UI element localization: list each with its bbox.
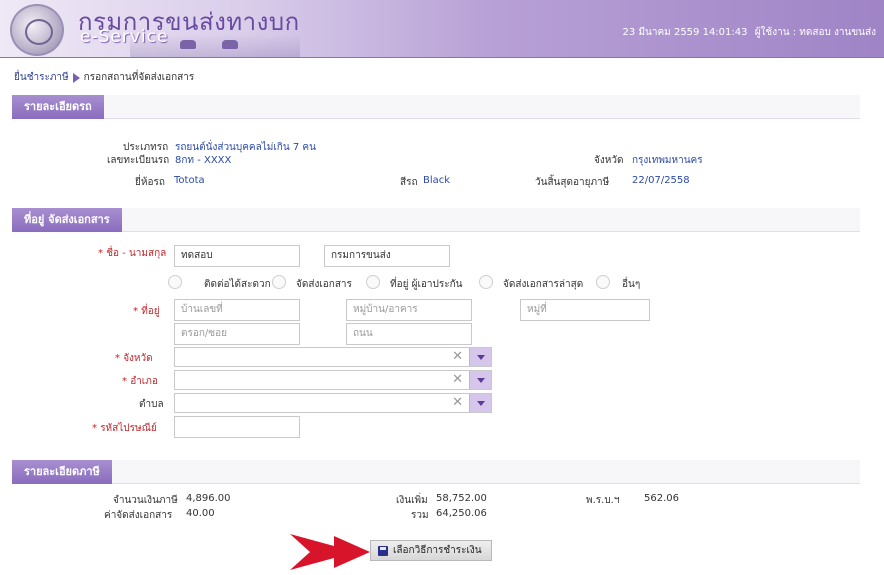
header-datetime: 23 มีนาคม 2559 14:01:43 <box>622 27 748 38</box>
total-label: รวม <box>411 510 429 521</box>
tax-amount-value: 4,896.00 <box>186 493 231 504</box>
name-label: * ชื่อ - นามสกุล <box>98 246 166 261</box>
tax-amount-label: จำนวนเงินภาษี <box>113 495 178 506</box>
soi-input[interactable]: ตรอก/ซอย <box>174 323 300 345</box>
header-info: 23 มีนาคม 2559 14:01:43 ผู้ใช้งาน : ทดสอ… <box>619 25 876 40</box>
tax-expire-label: วันสิ้นสุดอายุภาษี <box>535 177 610 188</box>
car-details-section-header: รายละเอียดรถ <box>12 95 860 119</box>
delivery-fee-label: ค่าจัดส่งเอกสาร <box>104 510 173 521</box>
plate-label: เลขทะเบียนรถ <box>107 155 170 166</box>
car-details-title: รายละเอียดรถ <box>12 95 104 119</box>
province-label-text: จังหวัด <box>123 353 153 364</box>
total-value: 64,250.06 <box>436 508 487 519</box>
surcharge-value: 58,752.00 <box>436 493 487 504</box>
car-brand-value: Totota <box>174 175 205 186</box>
red-arrow-icon <box>290 534 370 570</box>
name-label-text: ชื่อ - นามสกุล <box>106 248 167 259</box>
tax-expire-value: 22/07/2558 <box>632 175 690 186</box>
last-name-input[interactable]: กรมการขนส่ง <box>324 245 450 267</box>
car-brand-label: ยี่ห้อรถ <box>135 177 165 188</box>
select-payment-method-label: เลือกวิธีการชำระเงิน <box>393 545 482 556</box>
header-banner: กรมการขนส่งทางบก e-Service 23 มีนาคม 255… <box>0 0 884 58</box>
radio-contact-convenient[interactable] <box>168 275 182 289</box>
brand-title-english: e-Service <box>80 27 169 47</box>
radio-other[interactable] <box>596 275 610 289</box>
radio-insured-address[interactable] <box>366 275 380 289</box>
floppy-disk-icon <box>378 545 388 556</box>
header-user: ผู้ใช้งาน : ทดสอบ งานขนส่ง <box>754 27 876 38</box>
moo-input[interactable]: หมู่ที่ <box>520 299 650 321</box>
road-input[interactable]: ถนน <box>346 323 472 345</box>
tax-section-header: รายละเอียดภาษี <box>12 460 860 484</box>
required-asterisk: * <box>133 306 142 317</box>
required-asterisk: * <box>115 353 124 364</box>
chevron-down-icon[interactable] <box>469 371 491 389</box>
car-icon <box>180 40 196 49</box>
radio-delivery-label: จัดส่งเอกสาร <box>296 279 352 290</box>
radio-latest-delivery[interactable] <box>479 275 493 289</box>
car-color-value: Black <box>423 175 451 186</box>
district-label-text: อำเภอ <box>130 376 158 387</box>
required-asterisk: * <box>98 248 107 259</box>
radio-delivery[interactable] <box>272 275 286 289</box>
chevron-down-icon[interactable] <box>469 348 491 366</box>
province-select[interactable]: ✕ <box>174 347 492 367</box>
tax-section-title: รายละเอียดภาษี <box>12 460 112 484</box>
first-name-input[interactable]: ทดสอบ <box>174 245 300 267</box>
compulsory-insurance-label: พ.ร.บ.ฯ <box>586 495 620 506</box>
car-province-label: จังหวัด <box>594 155 624 166</box>
breadcrumb: ยื่นชำระภาษี กรอกสถานที่จัดส่งเอกสาร <box>14 70 194 85</box>
select-payment-method-button[interactable]: เลือกวิธีการชำระเงิน <box>370 540 492 561</box>
radio-other-label: อื่นๆ <box>622 279 641 290</box>
address-label: * ที่อยู่ <box>133 304 160 319</box>
house-number-input[interactable]: บ้านเลขที่ <box>174 299 300 321</box>
subdistrict-select[interactable]: ✕ <box>174 393 492 413</box>
address-section-header: ที่อยู่ จัดส่งเอกสาร <box>12 208 860 232</box>
breadcrumb-arrow-icon <box>72 72 80 83</box>
province-label: * จังหวัด <box>115 351 153 366</box>
required-asterisk: * <box>92 423 101 434</box>
clear-icon[interactable]: ✕ <box>452 372 463 387</box>
chevron-down-icon[interactable] <box>469 394 491 412</box>
district-select[interactable]: ✕ <box>174 370 492 390</box>
compulsory-insurance-value: 562.06 <box>644 493 679 504</box>
postal-code-label: * รหัสไปรษณีย์ <box>92 421 157 436</box>
radio-latest-delivery-label: จัดส่งเอกสารล่าสุด <box>503 279 584 290</box>
department-logo <box>10 4 64 56</box>
surcharge-label: เงินเพิ่ม <box>396 495 428 506</box>
delivery-fee-value: 40.00 <box>186 508 215 519</box>
plate-value: 8กท - XXXX <box>175 155 232 166</box>
clear-icon[interactable]: ✕ <box>452 349 463 364</box>
radio-insured-address-label: ที่อยู่ ผู้เอาประกัน <box>390 279 463 290</box>
postal-code-label-text: รหัสไปรษณีย์ <box>100 423 157 434</box>
required-asterisk: * <box>122 376 131 387</box>
address-section-title: ที่อยู่ จัดส่งเอกสาร <box>12 208 122 232</box>
subdistrict-label: ตำบล <box>139 399 164 410</box>
car-color-label: สีรถ <box>400 177 418 188</box>
address-label-text: ที่อยู่ <box>141 306 160 317</box>
breadcrumb-current: กรอกสถานที่จัดส่งเอกสาร <box>83 72 195 83</box>
clear-icon[interactable]: ✕ <box>452 395 463 410</box>
breadcrumb-pay-tax[interactable]: ยื่นชำระภาษี <box>14 70 69 85</box>
car-province-value: กรุงเทพมหานคร <box>632 155 703 166</box>
village-building-input[interactable]: หมู่บ้าน/อาคาร <box>346 299 472 321</box>
district-label: * อำเภอ <box>122 374 158 389</box>
radio-contact-convenient-label: ติดต่อได้สะดวก <box>204 279 271 290</box>
car-icon <box>222 40 238 49</box>
postal-code-input[interactable] <box>174 416 300 438</box>
